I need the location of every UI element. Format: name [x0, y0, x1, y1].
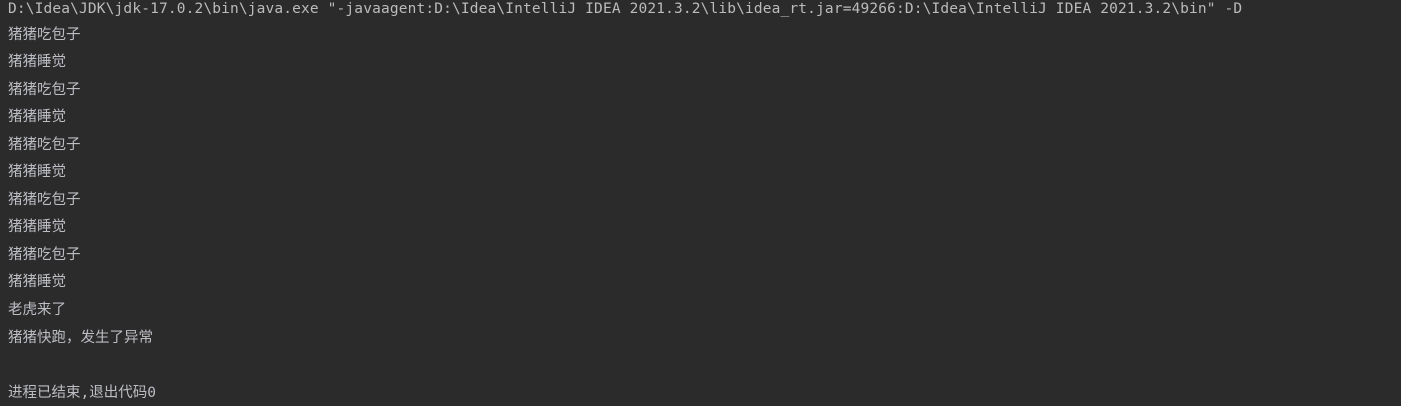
output-line: 猪猪睡觉 [8, 219, 66, 235]
exit-message: 进程已结束,退出代码0 [8, 385, 156, 401]
output-line: 猪猪吃包子 [8, 137, 81, 153]
output-line: 猪猪吃包子 [8, 247, 81, 263]
output-line: 猪猪吃包子 [8, 82, 81, 98]
output-line: 猪猪睡觉 [8, 109, 66, 125]
output-line: 猪猪睡觉 [8, 164, 66, 180]
output-line: 猪猪吃包子 [8, 192, 81, 208]
command-line: D:\Idea\JDK\jdk-17.0.2\bin\java.exe "-ja… [8, 1, 1243, 17]
output-line: 猪猪睡觉 [8, 274, 66, 290]
output-line: 猪猪快跑，发生了异常 [8, 330, 153, 346]
output-line: 老虎来了 [8, 302, 66, 318]
output-line: 猪猪吃包子 [8, 27, 81, 43]
run-console[interactable]: D:\Idea\JDK\jdk-17.0.2\bin\java.exe "-ja… [0, 0, 1401, 406]
output-line: 猪猪睡觉 [8, 54, 66, 70]
